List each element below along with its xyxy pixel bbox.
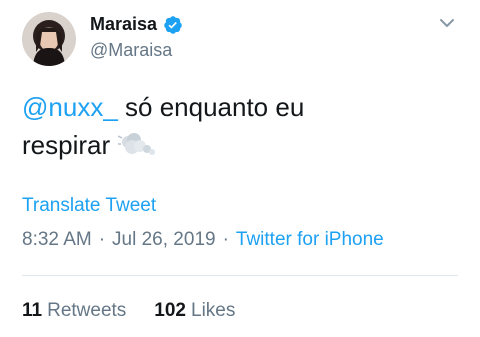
likes-stat[interactable]: 102 Likes bbox=[154, 300, 235, 322]
chevron-down-icon[interactable] bbox=[438, 14, 456, 32]
tweet-meta: 8:32 AM · Jul 26, 2019 · Twitter for iPhone bbox=[22, 229, 384, 251]
tweet-text-line1: só enquanto eu bbox=[117, 92, 305, 122]
retweets-label: Retweets bbox=[47, 300, 127, 321]
tweet-text-line2: respirar bbox=[22, 130, 111, 160]
mention-link[interactable]: @nuxx_ bbox=[22, 92, 118, 122]
tweet-text: @nuxx_ só enquanto eu respirar bbox=[22, 88, 462, 164]
meta-separator: · bbox=[98, 229, 106, 250]
retweets-count: 11 bbox=[22, 300, 43, 321]
tweet-time[interactable]: 8:32 AM bbox=[22, 229, 92, 250]
likes-count: 102 bbox=[154, 300, 186, 321]
display-name[interactable]: Maraisa bbox=[90, 14, 157, 35]
name-row: Maraisa bbox=[90, 14, 183, 35]
dashing-away-emoji bbox=[117, 132, 158, 160]
tweet-date[interactable]: Jul 26, 2019 bbox=[112, 229, 216, 250]
translate-tweet-link[interactable]: Translate Tweet bbox=[22, 195, 156, 217]
tweet-source-link[interactable]: Twitter for iPhone bbox=[236, 229, 384, 250]
tweet-card: Maraisa @Maraisa @nuxx_ só enquanto eu r… bbox=[0, 0, 480, 337]
tweet-stats: 11 Retweets 102 Likes bbox=[22, 300, 235, 322]
meta-separator: · bbox=[222, 229, 229, 250]
user-handle[interactable]: @Maraisa bbox=[90, 40, 172, 61]
likes-label: Likes bbox=[191, 300, 236, 321]
avatar[interactable] bbox=[22, 12, 76, 66]
retweets-stat[interactable]: 11 Retweets bbox=[22, 300, 126, 322]
verified-badge-icon bbox=[163, 15, 183, 35]
divider bbox=[22, 275, 458, 276]
